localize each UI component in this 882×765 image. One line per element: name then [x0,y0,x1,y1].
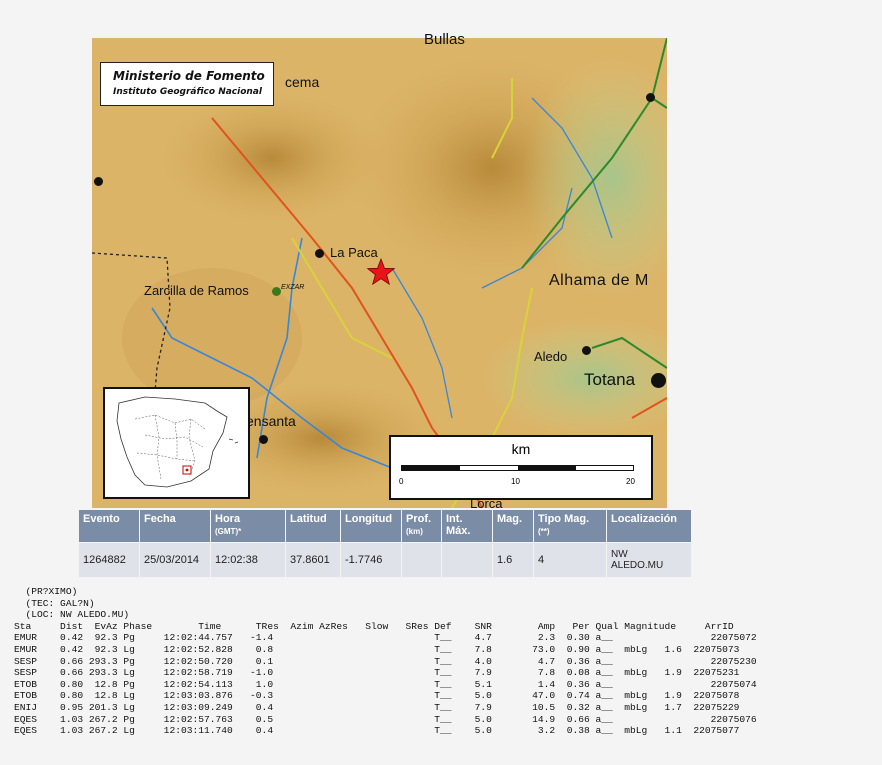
town-dot [315,249,324,258]
cell-int [442,543,492,577]
ign-logo: Ministerio de Fomento Instituto Geográfi… [100,62,274,106]
town-dot [646,93,655,102]
place-totana: Totana [584,370,636,389]
place-zarcilla: Zarcilla de Ramos [144,283,249,298]
report-line: EMUR 0.42 92.3 Lg 12:02:52.828 0.8 T__ 7… [14,643,740,655]
report-header: Sta Dist EvAz Phase Time TRes Azim AzRes… [14,620,734,632]
col-hora: Hora (GMT)* [211,510,285,542]
cell-longitud: -1.7746 [341,543,401,577]
report-line: ETOB 0.80 12.8 Pg 12:02:54.113 1.0 T__ 5… [14,678,757,690]
report-line: (PR?XIMO) [14,586,78,597]
scale-unit: km [511,441,531,457]
report-line: SESP 0.66 293.3 Pg 12:02:50.720 0.1 T__ … [14,655,757,667]
cell-tipo: 4 [534,543,606,577]
col-longitud: Longitud [341,510,401,542]
scale-tick: 10 [511,477,520,486]
report-line: ENIJ 0.95 201.3 Lg 12:03:09.249 0.4 T__ … [14,701,740,713]
table-row: 1264882 25/03/2014 12:02:38 37.8601 -1.7… [79,543,691,577]
col-fecha: Fecha [140,510,210,542]
station-label: EXZAR [281,284,305,291]
col-localizacion: Localización [607,510,691,542]
cell-evento: 1264882 [79,543,139,577]
report-line: ETOB 0.80 12.8 Lg 12:03:03.876 -0.3 T__ … [14,690,740,702]
cell-fecha: 25/03/2014 [140,543,210,577]
col-prof: Prof. (km) [402,510,441,542]
place-bullas: Bullas [424,31,465,48]
table-header-row: Evento Fecha Hora (GMT)* Latitud Longitud… [79,510,691,542]
cell-hora: 12:02:38 [211,543,285,577]
scale-tick: 0 [399,477,404,486]
report-line: EQES 1.03 267.2 Lg 12:03:11.740 0.4 T__ … [14,725,740,737]
cell-localizacion: NW ALEDO.MU [607,543,691,577]
scale-tick: 20 [626,477,635,486]
logo-ministry: Ministerio de Fomento [113,69,265,83]
cell-latitud: 37.8601 [286,543,340,577]
place-cema: cema [285,74,320,90]
report-line: (TEC: GAL?N) [14,597,95,609]
spain-inset-map [103,387,250,499]
col-evento: Evento [79,510,139,542]
report-line: (LOC: NW ALEDO.MU) [14,609,130,621]
town-dot [582,346,591,355]
town-dot [259,435,268,444]
col-tipo: Tipo Mag. (**) [534,510,606,542]
town-dot [651,373,666,388]
town-dot [94,177,103,186]
cell-mag: 1.6 [493,543,533,577]
place-la-paca: La Paca [330,245,378,260]
place-aledo: Aledo [534,349,568,364]
phase-report: (PR?XIMO) (TEC: GAL?N) (LOC: NW ALEDO.MU… [14,586,757,737]
report-line: SESP 0.66 293.3 Lg 12:02:58.719 -1.0 T__… [14,667,740,679]
event-table: Evento Fecha Hora (GMT)* Latitud Longitud… [78,509,692,578]
report-line: EMUR 0.42 92.3 Pg 12:02:44.757 -1.4 T__ … [14,632,757,644]
place-bensanta: ensanta [246,413,296,429]
scale-bar: km 0 10 20 [389,435,653,500]
station-dot [272,287,281,296]
place-alhama: Alhama de M [549,272,649,289]
col-int: Int. Máx. [442,510,492,542]
cell-prof [402,543,441,577]
logo-institute: Instituto Geográfico Nacional [113,87,262,97]
col-mag: Mag. [493,510,533,542]
report-line: EQES 1.03 267.2 Pg 12:02:57.763 0.5 T__ … [14,713,757,725]
col-latitud: Latitud [286,510,340,542]
